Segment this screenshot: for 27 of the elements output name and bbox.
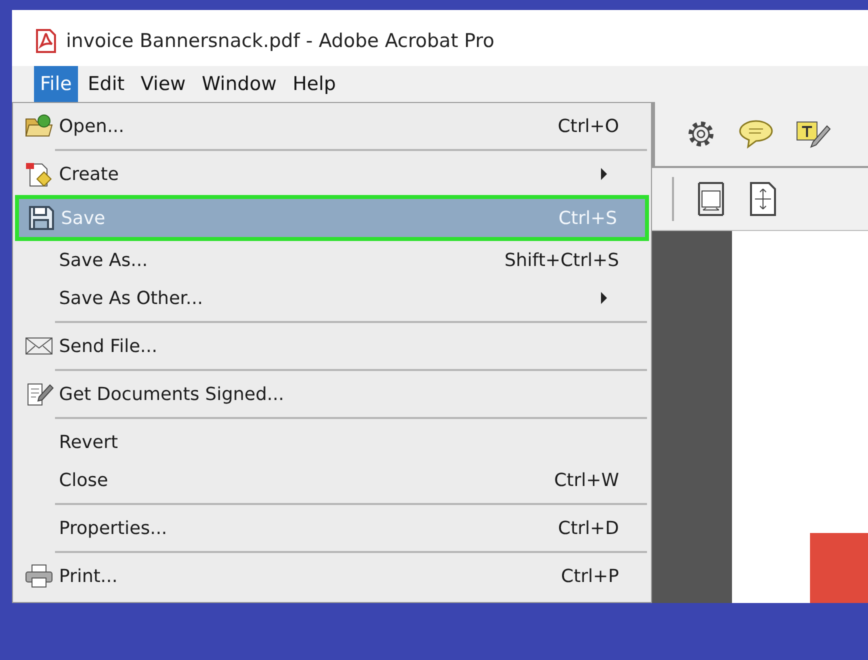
menu-item[interactable]: Revert [17, 423, 647, 461]
pdf-icon [34, 28, 58, 54]
window-title: invoice Bannersnack.pdf - Adobe Acrobat Pro [66, 30, 494, 52]
fit-width-icon[interactable] [696, 181, 726, 217]
menu-title[interactable]: Window [196, 66, 283, 102]
submenu-arrow-icon [601, 168, 607, 180]
menu-title[interactable]: View [134, 66, 192, 102]
envelope-icon [24, 335, 54, 357]
menu-item[interactable]: Close Ctrl+W [17, 461, 647, 499]
menu-item[interactable]: Save As... Shift+Ctrl+S [17, 241, 647, 279]
fit-page-icon[interactable] [748, 181, 778, 217]
menu-item[interactable]: Get Documents Signed... [17, 375, 647, 413]
speech-bubble-icon[interactable] [737, 118, 775, 150]
menu-item[interactable]: Save As Other... [17, 279, 647, 317]
open-folder-icon [24, 113, 54, 139]
submenu-arrow-icon [601, 292, 607, 304]
menu-title[interactable]: Help [286, 66, 342, 102]
menu-item[interactable]: Properties... Ctrl+D [17, 509, 647, 547]
menu-item[interactable]: Create [17, 155, 647, 193]
create-document-icon [24, 160, 54, 188]
page-graphic [810, 533, 868, 603]
printer-icon [24, 563, 54, 589]
menu-item[interactable]: Print... Ctrl+P [17, 557, 647, 595]
menu-item[interactable]: Open... Ctrl+O [17, 107, 647, 145]
menu-title[interactable]: File [34, 66, 78, 102]
menu-title[interactable]: Edit [82, 66, 131, 102]
menu-item[interactable]: Send File... [17, 327, 647, 365]
